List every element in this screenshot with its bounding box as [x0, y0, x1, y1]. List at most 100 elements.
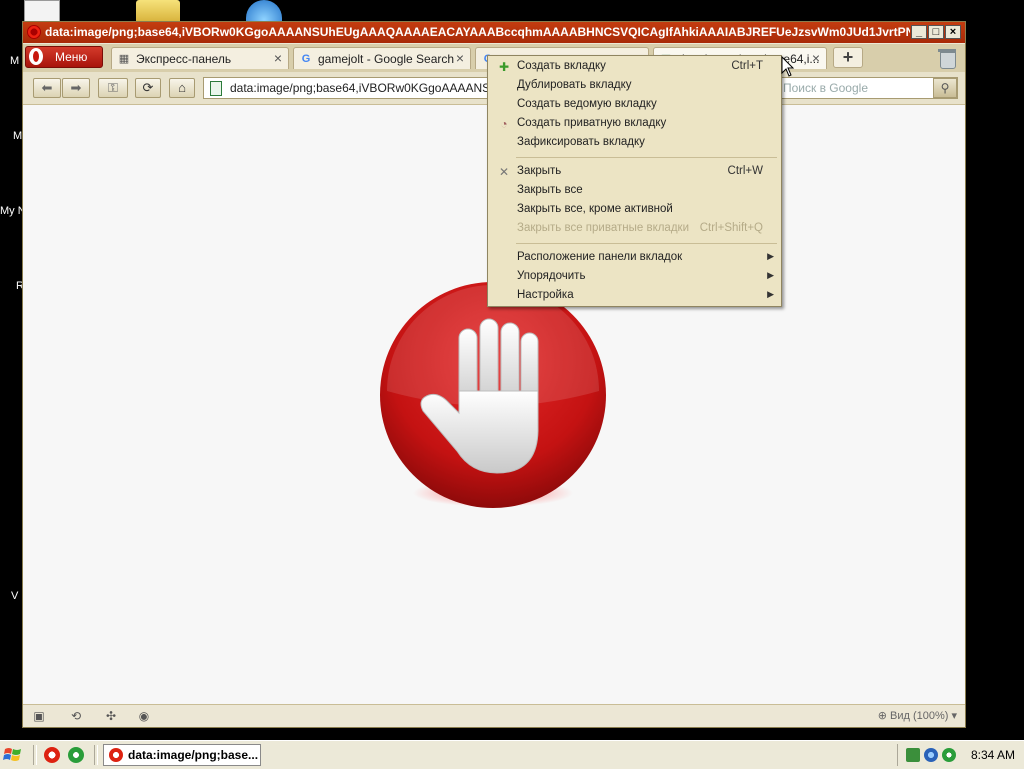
search-placeholder: Поиск в Google — [783, 81, 868, 95]
menu-item-label: Закрыть все — [517, 184, 583, 196]
wand-key-button[interactable]: ⚿ — [98, 78, 128, 98]
maximize-button[interactable]: □ — [928, 25, 944, 39]
title-bar[interactable]: data:image/png;base64,iVBORw0KGgoAAAANSU… — [23, 22, 965, 43]
trash-can-icon — [940, 52, 956, 69]
menu-item-label: Создать вкладку — [517, 60, 606, 72]
sync-icon[interactable]: ⟲ — [68, 709, 84, 723]
minimize-button[interactable]: _ — [911, 25, 927, 39]
utorrent-tray-icon[interactable] — [942, 748, 956, 762]
menu-item-label: Расположение панели вкладок — [517, 251, 683, 263]
close-tab-icon[interactable]: × — [274, 50, 282, 66]
menu-separator — [516, 157, 777, 158]
taskbar-separator — [94, 745, 98, 765]
document-icon — [24, 0, 60, 23]
menu-item-label: Настройка — [517, 289, 574, 301]
close-tab-icon[interactable]: × — [456, 50, 464, 66]
status-bar: ▣ ⟲ ✣ ◉ ⊕ Вид (100%) ▾ — [23, 704, 965, 727]
private-icon: ◔ — [500, 117, 508, 131]
system-tray: 8:34 AM — [897, 744, 1024, 766]
menu-item-new-tab[interactable]: ✚ Создать вкладку Ctrl+T — [488, 57, 781, 76]
menu-item-tab-bar-placement[interactable]: Расположение панели вкладок ▶ — [488, 248, 781, 267]
opera-quicklaunch-icon[interactable] — [44, 747, 60, 763]
zoom-control[interactable]: ⊕ Вид (100%) ▾ — [878, 709, 957, 722]
menu-item-new-child-tab[interactable]: Создать ведомую вкладку — [488, 95, 781, 114]
tab-label: gamejolt - Google Search — [318, 52, 455, 66]
desktop-icon-documents[interactable] — [24, 0, 60, 23]
menu-item-arrange[interactable]: Упорядочить ▶ — [488, 267, 781, 286]
stop-hand-icon — [380, 282, 606, 508]
search-button[interactable]: ⚲ — [933, 78, 957, 98]
menu-item-customize[interactable]: Настройка ▶ — [488, 286, 781, 305]
menu-item-label: Закрыть все приватные вкладки — [517, 222, 689, 234]
menu-item-label: Упорядочить — [517, 270, 586, 282]
desktop-label: V — [11, 590, 19, 602]
start-button[interactable] — [2, 744, 24, 766]
search-field[interactable]: Поиск в Google — [778, 77, 958, 99]
opera-menu-button[interactable]: Меню — [25, 46, 103, 68]
speed-dial-icon: ▦ — [118, 53, 130, 65]
mouse-cursor-icon — [781, 56, 795, 77]
opera-logo-icon — [27, 25, 41, 39]
tab-google-search[interactable]: G gamejolt - Google Search × — [293, 47, 471, 69]
menu-item-label: Создать ведомую вкладку — [517, 98, 657, 110]
new-tab-button[interactable]: + — [833, 47, 863, 68]
opera-logo-icon — [109, 748, 123, 762]
taskbar-window-label: data:image/png;base... — [128, 748, 259, 762]
menu-item-pin-tab[interactable]: Зафиксировать вкладку — [488, 133, 781, 152]
menu-item-shortcut: Ctrl+W — [727, 165, 763, 177]
window-title: data:image/png;base64,iVBORw0KGgoAAAANSU… — [45, 25, 910, 39]
plus-icon: ✚ — [498, 60, 510, 74]
menu-item-label: Создать приватную вкладку — [517, 117, 667, 129]
clock: 8:34 AM — [971, 748, 1016, 762]
submenu-arrow-icon: ▶ — [767, 270, 774, 280]
address-bar[interactable]: data:image/png;base64,iVBORw0KGgoAAAANSU… — [203, 77, 500, 99]
utorrent-quicklaunch-icon[interactable] — [68, 747, 84, 763]
desktop-icon-internet-explorer[interactable] — [246, 0, 282, 22]
page-icon — [210, 81, 222, 96]
reload-button[interactable]: ⟳ — [135, 78, 161, 98]
tab-context-menu: ✚ Создать вкладку Ctrl+T Дублировать вкл… — [487, 55, 782, 307]
menu-item-duplicate-tab[interactable]: Дублировать вкладку — [488, 76, 781, 95]
tab-label: Экспресс-панель — [136, 52, 232, 66]
zoom-label: Вид (100%) — [890, 710, 949, 722]
back-button[interactable]: ⬅ — [33, 78, 61, 98]
submenu-arrow-icon: ▶ — [767, 251, 774, 261]
desktop-label: M — [13, 130, 23, 142]
network-tray-icon[interactable] — [906, 748, 920, 762]
menu-button-label: Меню — [55, 50, 88, 64]
menu-separator — [516, 243, 777, 244]
menu-item-new-private-tab[interactable]: ◔ Создать приватную вкладку — [488, 114, 781, 133]
menu-item-label: Закрыть — [517, 165, 562, 177]
menu-item-label: Зафиксировать вкладку — [517, 136, 645, 148]
taskbar: data:image/png;base... 8:34 AM — [0, 740, 1024, 769]
home-button[interactable]: ⌂ — [169, 78, 195, 98]
close-icon: ✕ — [498, 165, 510, 179]
menu-item-close-all-except-active[interactable]: Закрыть все, кроме активной — [488, 200, 781, 219]
menu-item-close-all[interactable]: Закрыть все — [488, 181, 781, 200]
forward-button[interactable]: ➡ — [62, 78, 90, 98]
panel-toggle-icon[interactable]: ▣ — [31, 709, 47, 723]
menu-item-shortcut: Ctrl+Shift+Q — [699, 222, 763, 234]
tab-speed-dial[interactable]: ▦ Экспресс-панель × — [111, 47, 289, 69]
desktop-icon-folder[interactable] — [136, 0, 180, 22]
opera-logo-icon — [29, 48, 43, 65]
menu-item-close[interactable]: ✕ Закрыть Ctrl+W — [488, 162, 781, 181]
address-input[interactable]: data:image/png;base64,iVBORw0KGgoAAAANSU… — [230, 81, 499, 95]
taskbar-window-button[interactable]: data:image/png;base... — [103, 744, 261, 766]
unite-icon[interactable]: ✣ — [103, 709, 119, 723]
google-icon: G — [301, 53, 311, 65]
trash-button[interactable] — [937, 47, 957, 69]
menu-item-close-private-tabs: Закрыть все приватные вкладки Ctrl+Shift… — [488, 219, 781, 238]
menu-item-shortcut: Ctrl+T — [731, 60, 763, 72]
turbo-icon[interactable]: ◉ — [136, 709, 152, 723]
globe-tray-icon[interactable] — [924, 748, 938, 762]
internet-explorer-icon — [246, 0, 282, 22]
desktop-label: M — [10, 55, 20, 67]
menu-item-label: Закрыть все, кроме активной — [517, 203, 673, 215]
menu-item-label: Дублировать вкладку — [517, 79, 632, 91]
taskbar-separator — [33, 745, 37, 765]
submenu-arrow-icon: ▶ — [767, 289, 774, 299]
close-tab-icon[interactable]: × — [812, 50, 820, 66]
close-window-button[interactable]: × — [945, 25, 961, 39]
folder-icon — [136, 0, 180, 22]
